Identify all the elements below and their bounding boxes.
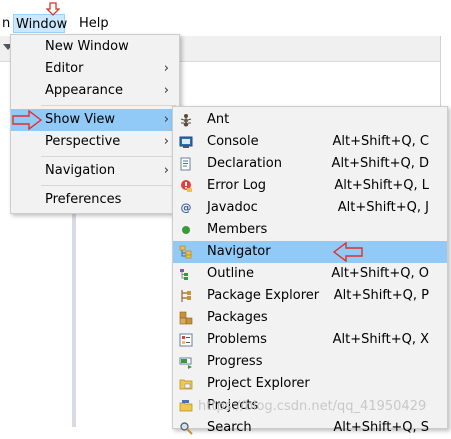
chevron-right-icon: › [163, 112, 169, 127]
menu-item-label: Outline [207, 266, 255, 281]
menu-item-search[interactable]: Search Alt+Shift+Q, S [173, 417, 447, 439]
menu-item-declaration[interactable]: Declaration Alt+Shift+Q, D [173, 153, 447, 175]
menu-item-ant[interactable]: Ant [173, 109, 447, 131]
packages-icon [179, 311, 193, 325]
menu-item-label: Project Explorer [207, 376, 310, 391]
declaration-icon [180, 157, 191, 171]
menu-item-package-explorer[interactable]: Package Explorer Alt+Shift+Q, P [173, 285, 447, 307]
error-log-icon [181, 180, 192, 192]
menubar-partial-item[interactable]: n [0, 14, 12, 33]
menu-item-label: Editor [45, 61, 84, 76]
menu-item-label: Console [207, 134, 259, 149]
search-icon [180, 422, 193, 435]
menu-separator [41, 156, 176, 157]
menu-item-label: Javadoc [207, 200, 258, 215]
menu-item-label: Members [207, 222, 268, 237]
menu-item-console[interactable]: Console Alt+Shift+Q, C [173, 131, 447, 153]
menu-item-label: New Window [45, 39, 129, 54]
menu-bar: n Window Help [0, 12, 451, 34]
menu-item-navigator[interactable]: Navigator [173, 241, 447, 263]
menu-item-shortcut: Alt+Shift+Q, J [337, 200, 429, 215]
chevron-right-icon: › [163, 134, 169, 149]
menu-item-shortcut: Alt+Shift+Q, C [332, 134, 429, 149]
menu-item-label: Declaration [207, 156, 282, 171]
menu-item-problems[interactable]: Problems Alt+Shift+Q, X [173, 329, 447, 351]
menu-item-label: Appearance [45, 83, 124, 98]
menu-item-label: Problems [207, 332, 267, 347]
menu-separator [41, 105, 176, 106]
menu-item-shortcut: Alt+Shift+Q, S [333, 420, 429, 435]
menu-item-perspective[interactable]: Perspective › [11, 131, 179, 153]
menu-item-navigation[interactable]: Navigation › [11, 160, 179, 182]
chevron-right-icon: › [163, 163, 169, 178]
menu-item-preferences[interactable]: Preferences [11, 189, 179, 211]
menu-item-error-log[interactable]: Error Log Alt+Shift+Q, L [173, 175, 447, 197]
annotation-right-arrow-icon [12, 110, 42, 130]
project-explorer-icon [179, 379, 193, 390]
menu-item-shortcut: Alt+Shift+Q, D [331, 156, 429, 171]
menu-item-shortcut: Alt+Shift+Q, P [333, 288, 429, 303]
problems-icon [179, 333, 193, 347]
menu-item-outline[interactable]: Outline Alt+Shift+Q, O [173, 263, 447, 285]
menu-item-label: Preferences [45, 192, 122, 207]
menu-item-label: Navigation [45, 163, 116, 178]
menu-item-members[interactable]: Members [173, 219, 447, 241]
menu-item-new-window[interactable]: New Window [11, 36, 179, 58]
menu-item-label: Search [207, 420, 252, 435]
members-icon [182, 226, 190, 234]
menu-separator [41, 185, 176, 186]
menu-item-appearance[interactable]: Appearance › [11, 80, 179, 102]
menu-item-shortcut: Alt+Shift+Q, L [334, 178, 429, 193]
menu-item-editor[interactable]: Editor › [11, 58, 179, 80]
watermark: https://blog.csdn.net/qq_41950429 [198, 399, 427, 414]
javadoc-icon: @ [180, 201, 192, 214]
annotation-down-arrow-icon [46, 2, 60, 16]
menu-item-project-explorer[interactable]: Project Explorer [173, 373, 447, 395]
menu-item-progress[interactable]: Progress [173, 351, 447, 373]
menu-item-label: Perspective [45, 134, 121, 149]
projects-icon [179, 400, 193, 412]
menu-item-label: Packages [207, 310, 268, 325]
ant-icon [180, 114, 192, 127]
package-explorer-icon [181, 290, 191, 302]
menu-item-label: Ant [207, 112, 230, 127]
menu-item-label: Progress [207, 354, 263, 369]
menu-item-shortcut: Alt+Shift+Q, O [331, 266, 429, 281]
chevron-right-icon: › [163, 83, 169, 98]
navigator-icon [179, 245, 192, 259]
menu-item-shortcut: Alt+Shift+Q, X [332, 332, 429, 347]
menu-item-packages[interactable]: Packages [173, 307, 447, 329]
annotation-left-arrow-icon [333, 242, 363, 262]
console-icon [179, 136, 193, 148]
outline-icon [180, 269, 188, 280]
chevron-right-icon: › [163, 61, 169, 76]
menu-item-label: Error Log [207, 178, 267, 193]
menu-item-label: Navigator [207, 244, 271, 259]
menubar-help[interactable]: Help [77, 14, 111, 33]
menu-item-label: Show View [45, 112, 116, 127]
progress-icon [179, 357, 192, 369]
menu-item-label: Package Explorer [207, 288, 320, 303]
menubar-window[interactable]: Window [13, 14, 67, 33]
menu-item-javadoc[interactable]: @ Javadoc Alt+Shift+Q, J [173, 197, 447, 219]
show-view-menu: Ant Console Alt+Shift+Q, C Declaration A… [172, 106, 448, 435]
